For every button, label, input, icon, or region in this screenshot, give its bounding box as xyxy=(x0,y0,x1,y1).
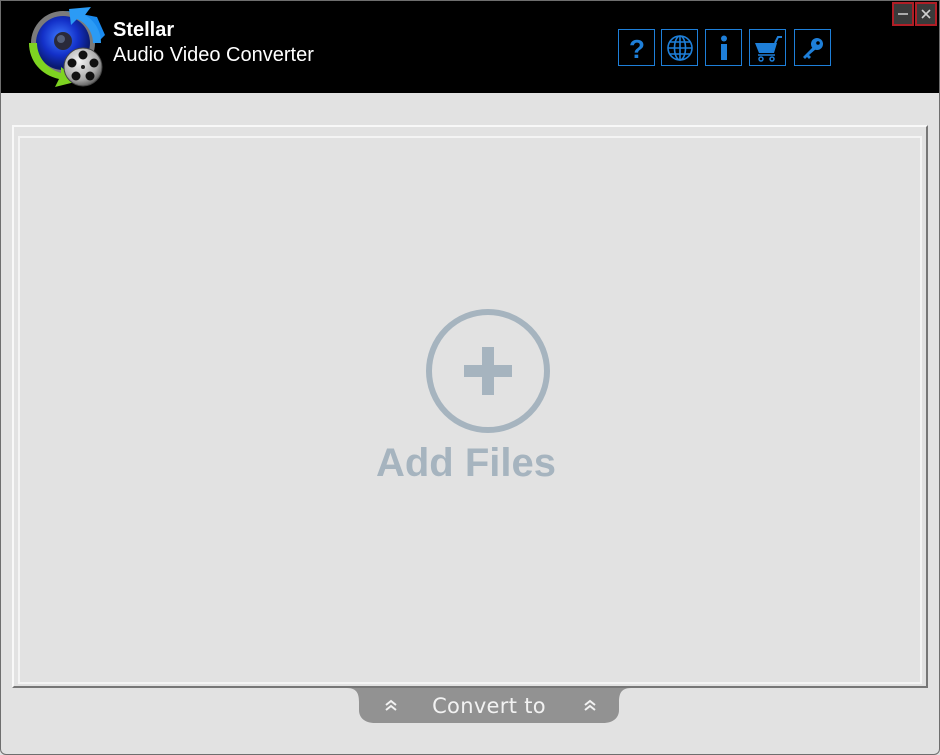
language-button[interactable] xyxy=(661,29,698,66)
close-icon xyxy=(921,9,931,19)
buy-button[interactable] xyxy=(749,29,786,66)
question-mark-icon: ? xyxy=(629,35,645,61)
info-button[interactable] xyxy=(705,29,742,66)
activate-button[interactable] xyxy=(794,29,831,66)
app-window: Stellar Audio Video Converter ? Add File… xyxy=(0,0,940,755)
file-list-panel: Add Files xyxy=(12,125,928,688)
help-button[interactable]: ? xyxy=(618,29,655,66)
add-files-label[interactable]: Add Files xyxy=(20,441,920,486)
header-bar: Stellar Audio Video Converter ? xyxy=(1,1,939,93)
close-button[interactable] xyxy=(915,2,937,26)
add-files-drop-area[interactable]: Add Files xyxy=(18,136,922,684)
cart-icon xyxy=(754,35,782,62)
convert-to-button[interactable]: Convert to xyxy=(347,688,631,724)
minimize-icon xyxy=(898,13,908,15)
app-logo-icon xyxy=(29,7,105,87)
svg-text:?: ? xyxy=(629,35,645,61)
minimize-button[interactable] xyxy=(892,2,914,26)
app-brand: Stellar xyxy=(113,19,175,41)
plus-circle-icon[interactable] xyxy=(424,307,552,435)
key-icon xyxy=(802,37,823,59)
double-chevron-up-icon xyxy=(584,699,596,711)
app-product-name: Audio Video Converter xyxy=(113,44,314,66)
globe-icon xyxy=(666,34,693,61)
info-icon xyxy=(720,35,727,60)
